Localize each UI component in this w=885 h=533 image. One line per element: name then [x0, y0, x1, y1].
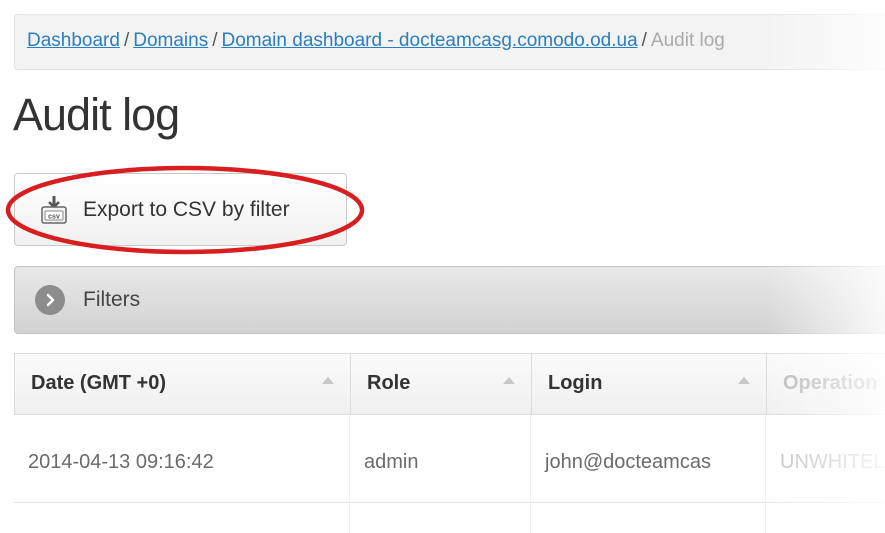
export-csv-label: Export to CSV by filter — [83, 197, 290, 221]
sort-arrow-icon — [503, 377, 515, 384]
chevron-right-icon — [35, 285, 65, 315]
csv-download-icon: csv — [41, 195, 67, 224]
page-title: Audit log — [13, 89, 180, 140]
breadcrumb-separator: / — [641, 30, 647, 51]
cell-operation: UNWHITEL — [780, 451, 885, 473]
sort-arrow-icon — [738, 377, 750, 384]
cell-empty — [350, 503, 531, 533]
column-header-date[interactable]: Date (GMT +0) — [15, 354, 351, 414]
column-header-login[interactable]: Login — [532, 354, 767, 414]
column-header-label: Date (GMT +0) — [31, 372, 167, 394]
cell-empty — [531, 503, 766, 533]
breadcrumb: Dashboard / Domains / Domain dashboard - doc… — [14, 14, 885, 70]
cell-empty — [14, 503, 350, 533]
table-header: Date (GMT +0) Role Login Operation — [14, 353, 885, 415]
column-header-label: Role — [367, 372, 411, 394]
breadcrumb-link-dashboard[interactable]: Dashboard — [27, 30, 120, 51]
breadcrumb-separator: / — [212, 30, 218, 51]
cell-date: 2014-04-13 09:16:42 — [14, 415, 350, 503]
breadcrumb-link-domains[interactable]: Domains — [133, 30, 208, 51]
cell-login: john@docteamcas — [531, 415, 766, 503]
filters-label: Filters — [83, 288, 141, 311]
filters-panel-toggle[interactable]: Filters — [14, 266, 885, 334]
export-csv-button[interactable]: csv Export to CSV by filter — [14, 173, 347, 246]
table-row[interactable]: 2014-04-13 09:16:42 admin john@docteamca… — [14, 415, 885, 503]
breadcrumb-separator: / — [123, 30, 130, 51]
table-row — [14, 503, 885, 533]
page: Dashboard / Domains / Domain dashboard - doc… — [0, 0, 885, 533]
column-header-role[interactable]: Role — [351, 354, 532, 414]
column-header-label: Login — [548, 372, 603, 394]
column-header-operation[interactable]: Operation — [767, 354, 885, 414]
csv-icon-text: csv — [48, 213, 60, 220]
cell-role: admin — [350, 415, 531, 503]
breadcrumb-current: Audit log — [650, 30, 725, 51]
breadcrumb-link-domain-dashboard[interactable]: Domain dashboard - docteamcasg.comodo.od… — [222, 30, 638, 51]
column-header-label: Operation — [783, 372, 878, 394]
sort-arrow-icon — [322, 377, 334, 384]
